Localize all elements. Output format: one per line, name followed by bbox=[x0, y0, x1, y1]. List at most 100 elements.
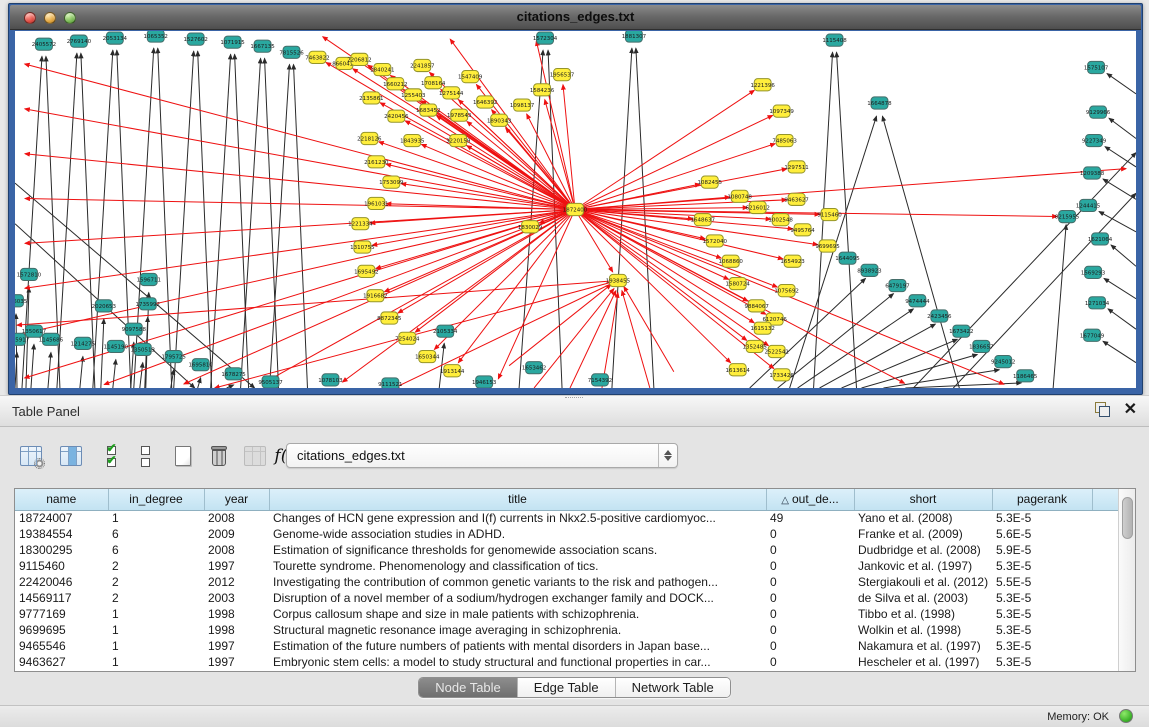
graph-edge[interactable] bbox=[1103, 341, 1136, 362]
graph-node[interactable]: 1071915 bbox=[220, 36, 245, 48]
graph-node[interactable]: 1186465 bbox=[1013, 370, 1038, 382]
network-view-window[interactable]: citations_edges.txt 24055722769140205313… bbox=[8, 3, 1143, 395]
tab-network-table[interactable]: Network Table bbox=[616, 678, 730, 697]
graph-node[interactable]: 1913144 bbox=[440, 365, 465, 377]
column-header-in-degree[interactable]: in_degree bbox=[108, 489, 204, 510]
cell[interactable]: Hescheler et al. (1997) bbox=[854, 654, 992, 670]
graph-node[interactable]: 2135861 bbox=[359, 92, 383, 104]
graph-edge[interactable] bbox=[1111, 245, 1136, 266]
graph-edge[interactable] bbox=[401, 184, 575, 210]
graph-edge[interactable] bbox=[1099, 212, 1136, 232]
table-vertical-scrollbar[interactable] bbox=[1118, 489, 1135, 671]
citation-graph[interactable]: 2405572276914020531341065352152760210719… bbox=[15, 31, 1136, 388]
graph-edge[interactable] bbox=[25, 210, 575, 378]
graph-edge[interactable] bbox=[241, 58, 261, 388]
graph-node[interactable]: 9111521 bbox=[378, 378, 402, 388]
cell[interactable]: 49 bbox=[766, 510, 854, 526]
cell[interactable]: Embryonic stem cells: a model to study s… bbox=[269, 654, 766, 670]
graph-node[interactable]: 1961031 bbox=[364, 197, 388, 209]
graph-node[interactable]: 1569293 bbox=[1081, 266, 1106, 278]
cell[interactable]: Jankovic et al. (1997) bbox=[854, 558, 992, 574]
graph-node[interactable]: 1881307 bbox=[622, 31, 647, 42]
graph-edge[interactable] bbox=[534, 289, 614, 388]
graph-node[interactable]: 1584236 bbox=[530, 84, 555, 96]
table-row[interactable]: 946362711997Embryonic stem cells: a mode… bbox=[15, 654, 1119, 670]
cell[interactable]: 2003 bbox=[204, 590, 269, 606]
cell[interactable]: 0 bbox=[766, 654, 854, 670]
unselect-all-columns-button[interactable] bbox=[130, 441, 160, 471]
graph-edge[interactable] bbox=[198, 51, 212, 388]
cell[interactable]: 2 bbox=[108, 574, 204, 590]
cell[interactable]: 1997 bbox=[204, 638, 269, 654]
cell[interactable]: 1 bbox=[108, 654, 204, 670]
graph-node[interactable]: 8872345 bbox=[377, 312, 402, 324]
cell[interactable]: Estimation of the future numbers of pati… bbox=[269, 638, 766, 654]
cell[interactable]: 0 bbox=[766, 526, 854, 542]
graph-node[interactable]: 1575107 bbox=[1084, 61, 1109, 73]
cell[interactable]: Nakamura et al. (1997) bbox=[854, 638, 992, 654]
graph-node[interactable]: 8215955 bbox=[1055, 211, 1080, 223]
graph-node[interactable]: 1098137 bbox=[510, 99, 535, 111]
table-row[interactable]: 969969511998Structural magnetic resonanc… bbox=[15, 622, 1119, 638]
graph-edge[interactable] bbox=[31, 344, 34, 388]
cell[interactable]: 0 bbox=[766, 606, 854, 622]
graph-edge[interactable] bbox=[1105, 147, 1136, 167]
graph-edge[interactable] bbox=[1108, 309, 1136, 329]
graph-node[interactable]: 1733426 bbox=[769, 369, 794, 381]
cell[interactable]: 9699695 bbox=[15, 622, 108, 638]
cell[interactable]: Franke et al. (2009) bbox=[854, 526, 992, 542]
graph-node[interactable]: 9097588 bbox=[122, 323, 147, 335]
cell[interactable]: Yano et al. (2008) bbox=[854, 510, 992, 526]
cell[interactable]: 0 bbox=[766, 590, 854, 606]
graph-edge[interactable] bbox=[134, 48, 154, 388]
cell[interactable]: 9463627 bbox=[15, 654, 108, 670]
cell[interactable]: Disruption of a novel member of a sodium… bbox=[269, 590, 766, 606]
cell[interactable]: 1 bbox=[108, 606, 204, 622]
graph-node[interactable]: 1843935 bbox=[400, 134, 425, 146]
graph-node[interactable]: 1002548 bbox=[768, 214, 793, 226]
graph-node[interactable]: 9463627 bbox=[784, 193, 809, 205]
graph-edge[interactable] bbox=[563, 85, 575, 210]
cell[interactable]: 1 bbox=[108, 622, 204, 638]
table-row[interactable]: 1456911722003Disruption of a novel membe… bbox=[15, 590, 1119, 606]
graph-node[interactable]: 2241857 bbox=[410, 59, 435, 71]
table-row[interactable]: 1938455462009Genome-wide association stu… bbox=[15, 526, 1119, 542]
graph-node[interactable]: 2206812 bbox=[347, 53, 371, 65]
graph-node[interactable]: 1795725 bbox=[162, 350, 187, 362]
graph-node[interactable]: 2423456 bbox=[927, 310, 952, 322]
graph-edge[interactable] bbox=[394, 280, 618, 388]
graph-node[interactable]: 7154392 bbox=[588, 374, 612, 386]
graph-node[interactable]: 2769140 bbox=[67, 35, 92, 47]
cell[interactable]: 5.3E-5 bbox=[992, 558, 1092, 574]
cell[interactable]: 5.3E-5 bbox=[992, 606, 1092, 622]
graph-node[interactable]: 1547409 bbox=[458, 71, 483, 83]
memory-ok-icon[interactable] bbox=[1119, 709, 1133, 723]
graph-node[interactable]: 1735992 bbox=[136, 298, 160, 310]
cell[interactable]: 9777169 bbox=[15, 606, 108, 622]
cell[interactable]: 5.6E-5 bbox=[992, 526, 1092, 542]
graph-edge[interactable] bbox=[140, 363, 143, 388]
graph-node[interactable]: 1654923 bbox=[780, 255, 805, 267]
show-column-button[interactable] bbox=[56, 441, 86, 471]
column-header-pagerank[interactable]: pagerank bbox=[992, 489, 1092, 510]
graph-node[interactable]: 1660212 bbox=[383, 78, 407, 90]
graph-edge[interactable] bbox=[25, 154, 575, 210]
graph-node[interactable]: 9495764 bbox=[790, 224, 815, 236]
graph-node[interactable]: 1271034 bbox=[1085, 297, 1110, 309]
graph-edge[interactable] bbox=[1053, 225, 1066, 388]
cell[interactable]: 1 bbox=[108, 510, 204, 526]
graph-node[interactable]: 1065352 bbox=[144, 31, 168, 42]
cell[interactable]: 0 bbox=[766, 574, 854, 590]
graph-node[interactable]: 1596711 bbox=[137, 273, 161, 285]
graph-node[interactable]: 1244415 bbox=[1076, 199, 1101, 211]
graph-node[interactable]: 7485063 bbox=[772, 134, 797, 146]
cell[interactable]: 0 bbox=[766, 622, 854, 638]
cell[interactable]: Corpus callosum shape and size in male p… bbox=[269, 606, 766, 622]
graph-node[interactable]: 1615132 bbox=[750, 322, 774, 334]
graph-node[interactable]: 7463822 bbox=[305, 51, 329, 63]
graph-edge[interactable] bbox=[861, 355, 977, 388]
graph-node[interactable]: 9115460 bbox=[817, 208, 842, 220]
graph-node[interactable]: 1677049 bbox=[1080, 329, 1105, 341]
cell[interactable]: Stergiakouli et al. (2012) bbox=[854, 574, 992, 590]
cell[interactable]: 2 bbox=[108, 590, 204, 606]
